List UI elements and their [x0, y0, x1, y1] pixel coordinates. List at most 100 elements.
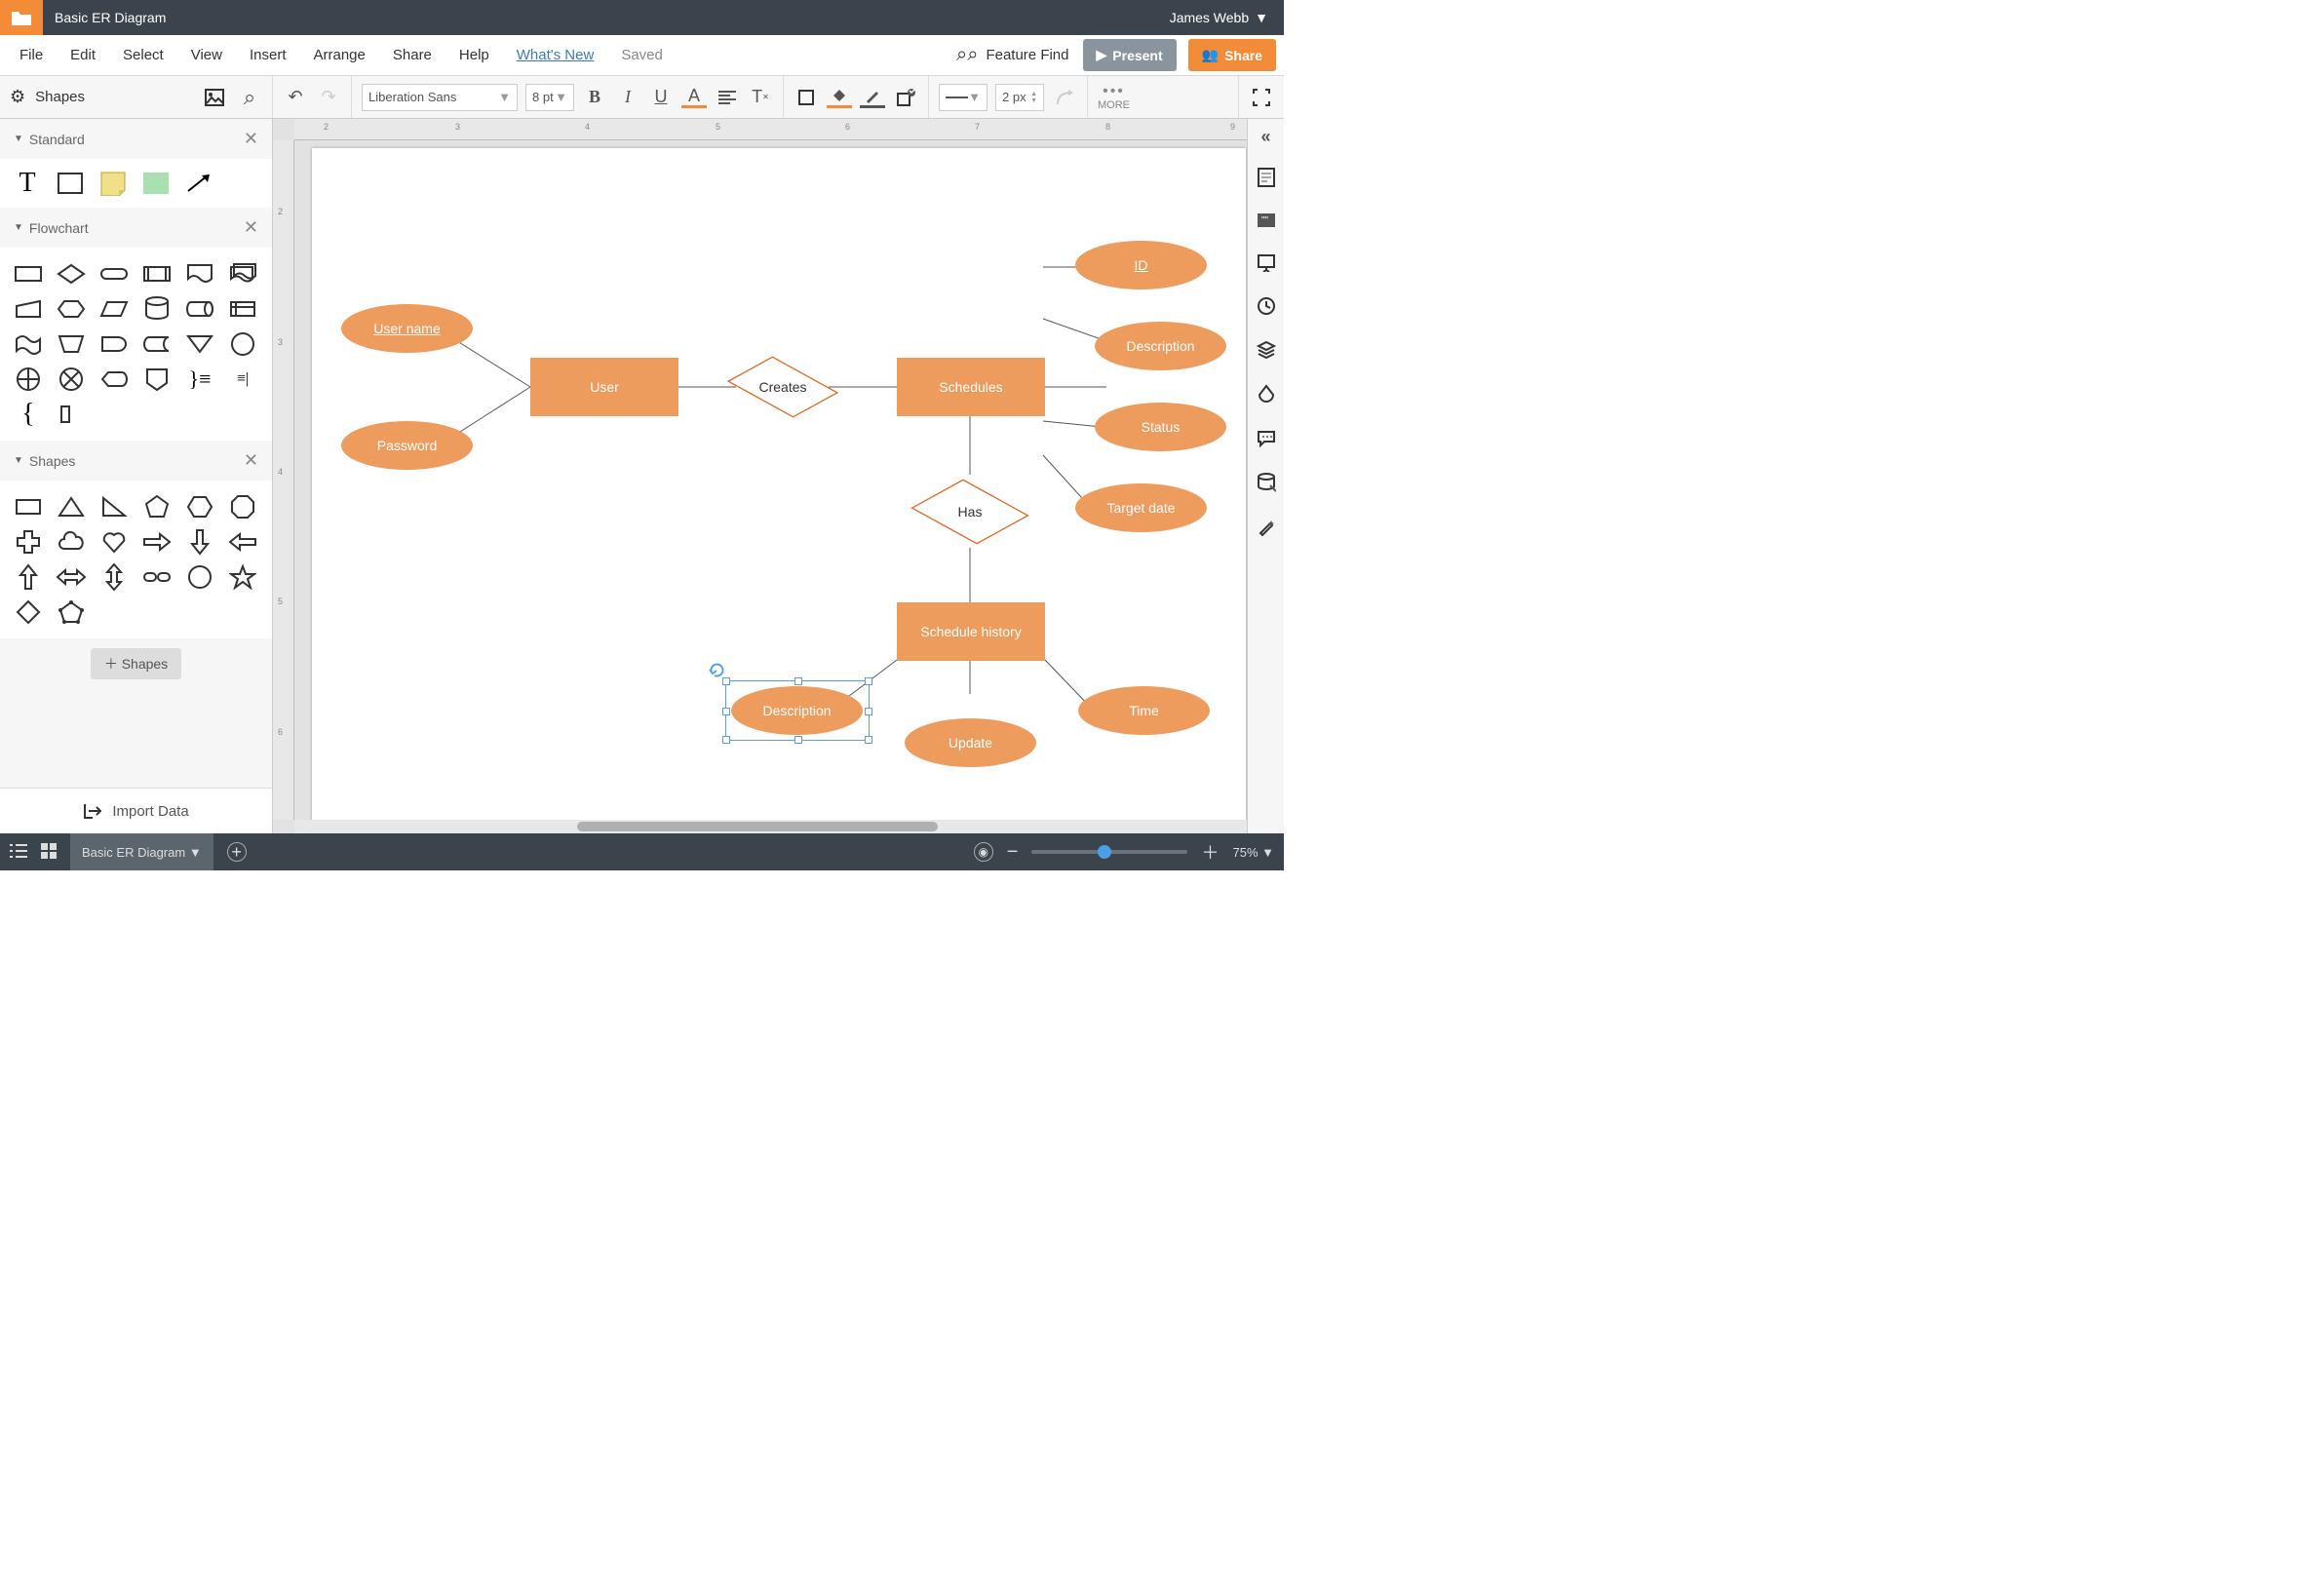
font-select[interactable]: Liberation Sans▼: [362, 84, 518, 111]
fc-sum[interactable]: [55, 365, 88, 394]
note-tool[interactable]: [97, 171, 129, 196]
layers-icon[interactable]: [1257, 340, 1276, 365]
connector-button[interactable]: [1052, 85, 1077, 110]
presentation-icon[interactable]: [1257, 252, 1276, 277]
sh-star[interactable]: [226, 562, 259, 592]
fc-terminator[interactable]: [97, 259, 131, 289]
menu-edit[interactable]: Edit: [58, 39, 107, 71]
close-icon[interactable]: ✕: [244, 129, 258, 149]
menu-help[interactable]: Help: [447, 39, 501, 71]
fc-predefined[interactable]: [140, 259, 174, 289]
text-color-button[interactable]: A: [681, 87, 707, 108]
fc-merge[interactable]: [183, 329, 216, 359]
fc-internal[interactable]: [226, 294, 259, 324]
sh-tri[interactable]: [55, 492, 88, 521]
present-button[interactable]: ▶ Present: [1083, 39, 1177, 71]
sh-pent[interactable]: [140, 492, 174, 521]
sh-rect[interactable]: [12, 492, 45, 521]
menu-share[interactable]: Share: [381, 39, 444, 71]
zoom-in-button[interactable]: ＋: [1201, 839, 1219, 865]
fullscreen-button[interactable]: [1249, 85, 1274, 110]
redo-button[interactable]: ↷: [316, 85, 341, 110]
menu-whatsnew[interactable]: What's New: [505, 39, 606, 71]
panel-shapes-header[interactable]: ▼Shapes ✕: [0, 441, 272, 481]
fc-brace-l[interactable]: {: [12, 400, 45, 429]
fc-manual[interactable]: [55, 329, 88, 359]
fc-offpage[interactable]: [140, 365, 174, 394]
gear-icon[interactable]: ⚙: [10, 87, 25, 107]
fc-stored[interactable]: [140, 329, 174, 359]
sh-hex[interactable]: [183, 492, 216, 521]
sh-cloud[interactable]: [55, 527, 88, 557]
list-icon[interactable]: [10, 844, 27, 861]
fc-display[interactable]: [97, 365, 131, 394]
line-style-select[interactable]: ▼: [939, 84, 988, 111]
search-icon[interactable]: ⌕: [237, 85, 262, 110]
attr-password[interactable]: Password: [341, 421, 473, 470]
sh-diamond[interactable]: [12, 598, 45, 627]
panel-flowchart-header[interactable]: ▼Flowchart ✕: [0, 208, 272, 248]
collapse-icon[interactable]: «: [1260, 127, 1270, 147]
menu-insert[interactable]: Insert: [238, 39, 298, 71]
fc-directdata[interactable]: [183, 294, 216, 324]
underline-button[interactable]: U: [648, 85, 674, 110]
close-icon[interactable]: ✕: [244, 450, 258, 471]
paint-icon[interactable]: [1258, 384, 1275, 410]
entity-schedhist[interactable]: Schedule history: [897, 602, 1045, 661]
feature-find[interactable]: ⌕⌕ Feature Find: [956, 44, 1068, 66]
sh-cross[interactable]: [12, 527, 45, 557]
arrow-tool[interactable]: [183, 171, 214, 196]
rotate-handle[interactable]: [708, 661, 725, 678]
sync-icon[interactable]: ◉: [974, 842, 993, 862]
bold-button[interactable]: B: [582, 85, 607, 110]
fc-process[interactable]: [12, 259, 45, 289]
image-icon[interactable]: [202, 85, 227, 110]
more-button[interactable]: ••• MORE: [1098, 83, 1130, 112]
sh-polygon[interactable]: [55, 598, 88, 627]
entity-schedules[interactable]: Schedules: [897, 358, 1045, 416]
fc-decision[interactable]: [55, 259, 88, 289]
folder-icon[interactable]: [0, 0, 43, 35]
close-icon[interactable]: ✕: [244, 217, 258, 238]
document-title[interactable]: Basic ER Diagram: [43, 10, 166, 25]
italic-button[interactable]: I: [615, 85, 640, 110]
hscrollbar[interactable]: [294, 820, 1247, 833]
shape-options-button[interactable]: [893, 85, 918, 110]
panel-standard-header[interactable]: ▼Standard ✕: [0, 119, 272, 159]
sh-arrow-l[interactable]: [226, 527, 259, 557]
text-tool[interactable]: T: [12, 171, 43, 196]
sh-link[interactable]: [140, 562, 174, 592]
zoom-out-button[interactable]: −: [1007, 841, 1019, 864]
comments-icon[interactable]: [1257, 167, 1276, 193]
canvas[interactable]: User name Password User Creates Schedule…: [294, 140, 1247, 820]
fc-connector[interactable]: [226, 329, 259, 359]
line-color-button[interactable]: [860, 87, 885, 108]
page-tab[interactable]: Basic ER Diagram ▼: [70, 833, 213, 870]
sh-heart[interactable]: [97, 527, 131, 557]
sh-arrow-d[interactable]: [183, 527, 216, 557]
fc-database[interactable]: [140, 294, 174, 324]
sh-arrow-r[interactable]: [140, 527, 174, 557]
entity-user[interactable]: User: [530, 358, 678, 416]
rel-has[interactable]: Has: [923, 475, 1017, 549]
attr-status[interactable]: Status: [1095, 403, 1226, 451]
menu-select[interactable]: Select: [111, 39, 175, 71]
menu-arrange[interactable]: Arrange: [302, 39, 377, 71]
add-shapes-button[interactable]: ＋ Shapes: [91, 648, 181, 679]
share-button[interactable]: 👥 Share: [1188, 39, 1276, 71]
undo-button[interactable]: ↶: [283, 85, 308, 110]
fc-paper[interactable]: [12, 329, 45, 359]
sh-arrow-lr[interactable]: [55, 562, 88, 592]
add-page-button[interactable]: +: [227, 842, 247, 862]
fc-manualinput[interactable]: [12, 294, 45, 324]
rel-creates[interactable]: Creates: [736, 355, 830, 419]
attr-username[interactable]: User name: [341, 304, 473, 353]
sh-arrow-u[interactable]: [12, 562, 45, 592]
fontsize-select[interactable]: 8 pt▼: [525, 84, 574, 111]
rect-tool[interactable]: [55, 171, 86, 196]
sh-oct[interactable]: [226, 492, 259, 521]
import-data-button[interactable]: Import Data: [0, 788, 272, 833]
sh-circle[interactable]: [183, 562, 216, 592]
fc-multidoc[interactable]: [226, 259, 259, 289]
menu-view[interactable]: View: [179, 39, 234, 71]
